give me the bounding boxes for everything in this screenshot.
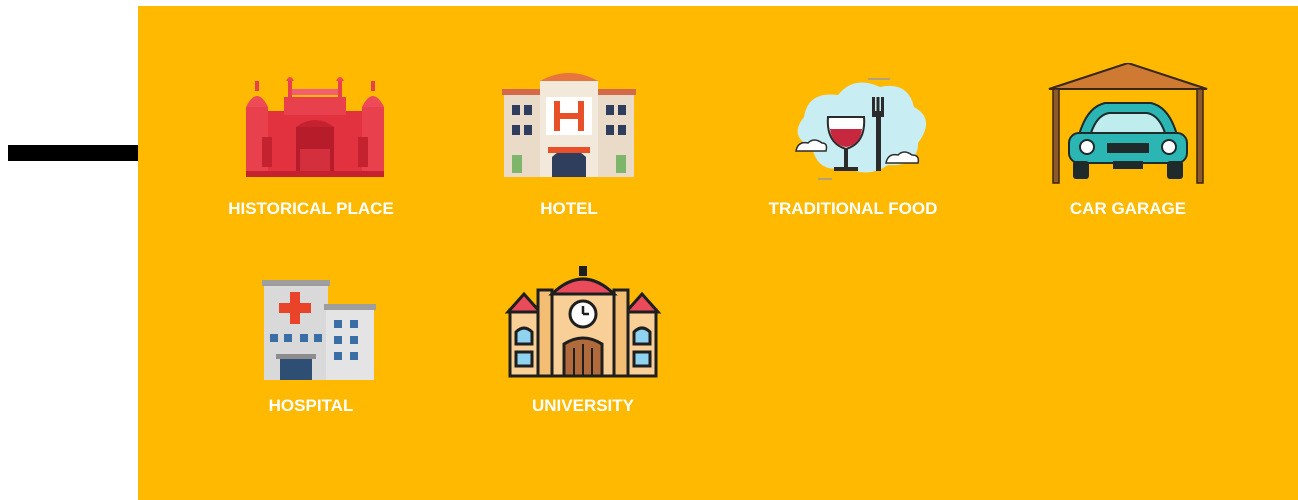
category-label: HOTEL — [540, 199, 598, 218]
category-hotel[interactable]: HOTEL — [449, 65, 689, 219]
category-hospital[interactable]: HOSPITAL — [191, 262, 431, 416]
hotel-icon — [484, 65, 654, 185]
category-label: UNIVERSITY — [531, 396, 635, 415]
category-car-garage[interactable]: CAR GARAGE — [1008, 63, 1248, 219]
wine-glass-fork-icon — [768, 65, 938, 185]
hospital-icon — [226, 262, 396, 382]
category-traditional-food[interactable]: TRADITIONAL FOOD — [733, 65, 973, 219]
category-historical-place[interactable]: HISTORICAL PLACE — [191, 65, 431, 219]
category-label: HISTORICAL PLACE — [228, 199, 394, 218]
red-fort-icon — [226, 65, 396, 185]
university-icon — [498, 262, 668, 382]
category-university[interactable]: UNIVERSITY — [463, 262, 703, 416]
category-label: TRADITIONAL FOOD — [768, 199, 938, 218]
category-label: CAR GARAGE — [1069, 199, 1187, 218]
category-label: HOSPITAL — [268, 396, 354, 415]
car-garage-icon — [1043, 63, 1213, 185]
